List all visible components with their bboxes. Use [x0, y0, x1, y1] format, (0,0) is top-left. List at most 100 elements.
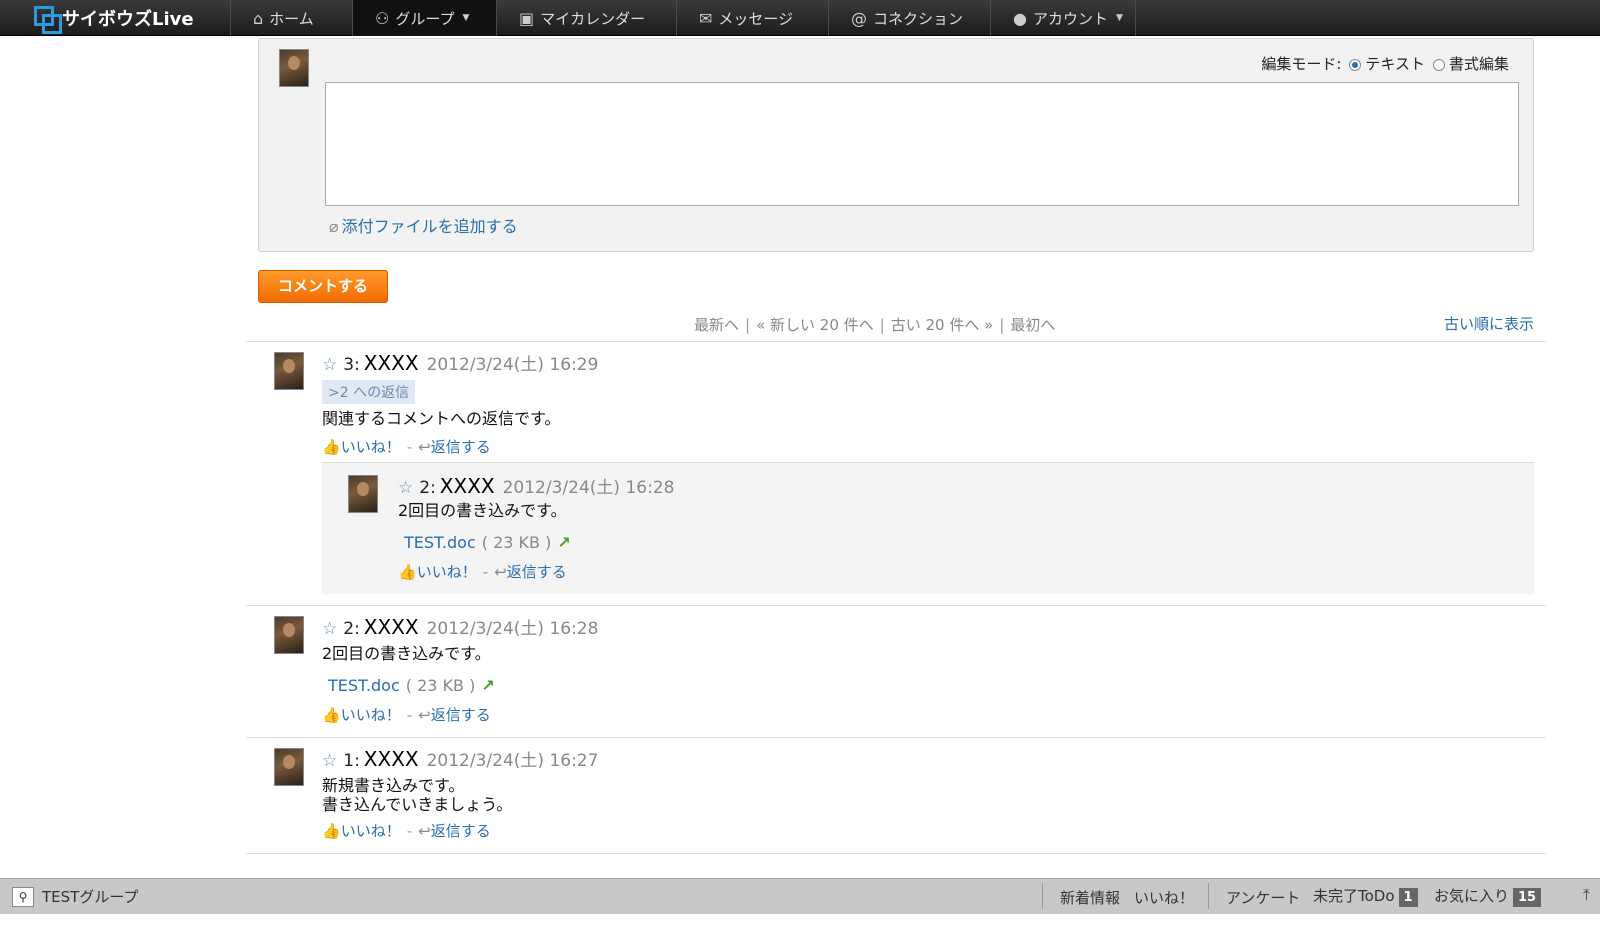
- attachment-size: ( 23 KB ): [405, 676, 476, 695]
- nav-home[interactable]: ⌂ ホーム: [230, 0, 352, 36]
- mode-text-radio[interactable]: [1349, 58, 1362, 71]
- thumbs-up-icon: 👍: [322, 822, 341, 840]
- post-body: 関連するコメントへの返信です。: [322, 409, 561, 428]
- pager-separator: |: [745, 316, 751, 334]
- post-time: 2012/3/24(土) 16:28: [502, 478, 675, 498]
- comment-textarea[interactable]: [325, 82, 1519, 206]
- post-item: ☆ 1: XXXX 2012/3/24(土) 16:27 新規書き込みです。 書き込ん…: [246, 738, 1546, 852]
- reply-link[interactable]: 返信する: [507, 563, 567, 581]
- thumbs-up-icon: 👍: [398, 563, 417, 581]
- nav-group[interactable]: ⚇ グループ ▼: [352, 0, 496, 36]
- star-icon[interactable]: ☆: [398, 478, 413, 498]
- divider: [246, 853, 1546, 854]
- reply-link[interactable]: 返信する: [431, 438, 491, 456]
- star-icon[interactable]: ☆: [322, 355, 337, 375]
- app-logo[interactable]: サイボウズLive: [34, 4, 194, 34]
- post-time: 2012/3/24(土) 16:28: [426, 619, 599, 639]
- footer-likes[interactable]: いいね！: [1134, 887, 1194, 908]
- post-header: ☆ 3: XXXX 2012/3/24(土) 16:29: [322, 350, 598, 375]
- like-link[interactable]: いいね！: [341, 438, 401, 456]
- post-number: 2:: [343, 619, 360, 639]
- nav-account-label: アカウント: [1032, 9, 1108, 28]
- mode-text-label[interactable]: テキスト: [1365, 53, 1425, 74]
- post-author[interactable]: XXXX: [364, 615, 419, 639]
- attachment-link[interactable]: TEST.doc: [328, 676, 400, 695]
- post-number: 3:: [343, 355, 360, 375]
- star-icon[interactable]: ☆: [322, 751, 337, 771]
- post-item: ☆ 2: XXXX 2012/3/24(土) 16:28 2回目の書き込みです。 TE…: [246, 606, 1546, 736]
- action-separator: -: [482, 563, 489, 581]
- pager-latest[interactable]: 最新へ: [694, 316, 739, 334]
- reply-link[interactable]: 返信する: [431, 706, 491, 724]
- external-link-icon[interactable]: ↗: [557, 533, 570, 552]
- chevron-down-icon: ▼: [1115, 13, 1123, 23]
- action-separator: -: [406, 822, 413, 840]
- avatar: [274, 748, 304, 786]
- post-header: ☆ 1: XXXX 2012/3/24(土) 16:27: [322, 746, 598, 771]
- nav-connections[interactable]: @ コネクション: [828, 0, 990, 36]
- calendar-icon: ▣: [519, 8, 535, 28]
- mode-rich-radio[interactable]: [1432, 58, 1445, 71]
- post-number: 1:: [343, 751, 360, 771]
- nav-calendar-label: マイカレンダー: [540, 9, 646, 28]
- action-separator: -: [406, 438, 413, 456]
- group-icon: ⚇: [375, 8, 390, 28]
- sort-oldest-first-link[interactable]: 古い順に表示: [1444, 313, 1534, 334]
- nav-calendar[interactable]: ▣ マイカレンダー: [496, 0, 676, 36]
- attach-file-link[interactable]: ⌀ 添付ファイルを追加する: [329, 213, 518, 237]
- pager-first[interactable]: 最初へ: [1010, 316, 1055, 334]
- at-icon: @: [851, 8, 867, 28]
- nav-messages[interactable]: ✉ メッセージ: [676, 0, 828, 36]
- reply-to-tag[interactable]: >2 への返信: [322, 380, 416, 404]
- post-actions: 👍いいね！ - ↩返信する: [398, 561, 567, 582]
- external-link-icon[interactable]: ↗: [481, 676, 494, 695]
- edit-mode-label: 編集モード:: [1261, 55, 1342, 73]
- chevron-down-icon: ▼: [462, 13, 470, 23]
- post-author[interactable]: XXXX: [364, 351, 419, 375]
- footer-survey[interactable]: アンケート: [1226, 887, 1300, 908]
- attachment-link[interactable]: TEST.doc: [404, 533, 476, 552]
- nav-group-label: グループ: [395, 9, 455, 28]
- post-actions: 👍いいね！ - ↩返信する: [322, 820, 491, 841]
- attachment-size: ( 23 KB ): [481, 533, 552, 552]
- scroll-to-top-icon[interactable]: ⤒: [1583, 885, 1590, 905]
- pager-newer[interactable]: « 新しい 20 件へ: [756, 316, 874, 334]
- action-separator: -: [406, 706, 413, 724]
- post-time: 2012/3/24(土) 16:27: [426, 751, 599, 771]
- like-link[interactable]: いいね！: [341, 822, 401, 840]
- avatar: [274, 352, 304, 390]
- post-header: ☆ 2: XXXX 2012/3/24(土) 16:28: [398, 473, 674, 498]
- attachment: TEST.doc ( 23 KB ) ↗: [404, 533, 571, 552]
- nav-messages-label: メッセージ: [718, 9, 794, 28]
- submit-comment-button[interactable]: コメントする: [258, 270, 388, 303]
- like-link[interactable]: いいね！: [341, 706, 401, 724]
- post-body-line: 新規書き込みです。: [322, 776, 465, 795]
- todo-count-badge: 1: [1398, 888, 1418, 907]
- footer-news[interactable]: 新着情報: [1060, 887, 1120, 908]
- footer-bar: ⚲ TESTグループ 新着情報 いいね！ アンケート 未完了ToDo 1 お気に入…: [0, 878, 1600, 914]
- footer-todo[interactable]: 未完了ToDo 1: [1313, 885, 1418, 907]
- pager-separator: |: [879, 316, 885, 334]
- quoted-post: ☆ 2: XXXX 2012/3/24(土) 16:28 2回目の書き込みです。 TE…: [322, 462, 1534, 594]
- nav-account[interactable]: ● アカウント ▼: [990, 0, 1136, 36]
- logo-text: サイボウズLive: [62, 9, 194, 30]
- logo-mark-icon: [34, 6, 62, 34]
- group-name: TESTグループ: [42, 888, 139, 906]
- current-group[interactable]: ⚲ TESTグループ: [12, 886, 138, 907]
- post-header: ☆ 2: XXXX 2012/3/24(土) 16:28: [322, 614, 598, 639]
- avatar: [279, 49, 309, 87]
- footer-favorites[interactable]: お気に入り 15: [1434, 885, 1542, 907]
- like-link[interactable]: いいね！: [417, 563, 477, 581]
- reply-link[interactable]: 返信する: [431, 822, 491, 840]
- avatar: [348, 475, 378, 513]
- mode-rich-label[interactable]: 書式編集: [1449, 53, 1509, 74]
- mail-icon: ✉: [699, 8, 713, 28]
- reply-icon: ↩: [418, 822, 431, 840]
- star-icon[interactable]: ☆: [322, 619, 337, 639]
- nav-home-label: ホーム: [269, 9, 314, 28]
- pager-older[interactable]: 古い 20 件へ »: [891, 316, 994, 334]
- post-author[interactable]: XXXX: [440, 474, 495, 498]
- post-actions: 👍いいね！ - ↩返信する: [322, 704, 491, 725]
- reply-icon: ↩: [418, 438, 431, 456]
- post-author[interactable]: XXXX: [364, 747, 419, 771]
